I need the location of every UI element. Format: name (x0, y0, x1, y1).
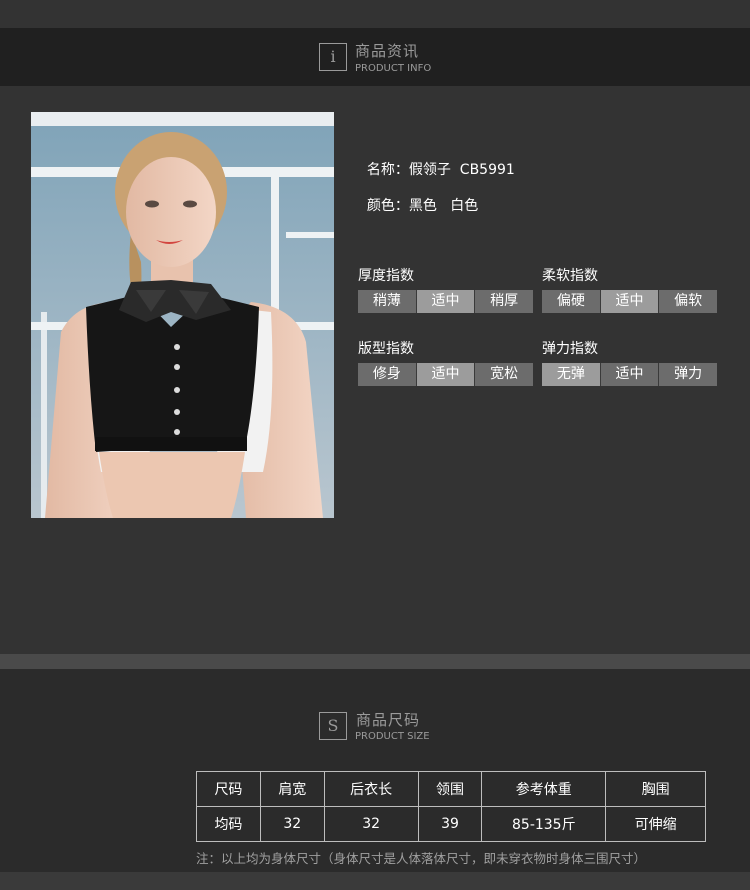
index-fit: 版型指数 修身 适中 宽松 (358, 340, 534, 386)
index-softness: 柔软指数 偏硬 适中 偏软 (542, 267, 718, 313)
name-value: 假领子 CB5991 (408, 162, 515, 178)
product-photo (31, 112, 334, 518)
size-note: 注：以上均为身体尺寸（身体尺寸是人体落体尺寸，即未穿衣物时身体三围尺寸） (196, 851, 647, 866)
index-option: 弹力 (658, 363, 718, 386)
table-cell: 32 (259, 806, 325, 842)
table-header-cell: 后衣长 (323, 771, 419, 807)
index-option-selected: 无弹 (542, 363, 600, 386)
index-title: 弹力指数 (542, 341, 598, 357)
bottom-strip (0, 872, 750, 890)
section-divider (0, 654, 750, 669)
section-title-cn: 商品资讯 (355, 42, 420, 60)
index-option: 偏软 (658, 290, 718, 313)
table-header-cell: 参考体重 (481, 771, 607, 807)
index-option: 稍薄 (358, 290, 416, 313)
product-info-header: i 商品资讯 PRODUCT INFO (0, 28, 750, 86)
color-label: 颜色： (366, 198, 409, 214)
table-cell: 32 (323, 806, 419, 842)
table-cell: 可伸缩 (605, 806, 706, 842)
table-cell: 均码 (196, 806, 261, 842)
index-option: 稍厚 (474, 290, 534, 313)
product-size-section: S 商品尺码 PRODUCT SIZE 尺码 肩宽 后衣长 领围 参考体重 胸围… (0, 669, 750, 890)
index-elasticity: 弹力指数 无弹 适中 弹力 (542, 340, 718, 386)
index-option-selected: 适中 (415, 363, 475, 386)
top-strip (0, 0, 750, 28)
table-header-cell: 胸围 (605, 771, 706, 807)
index-thickness: 厚度指数 稍薄 适中 稍厚 (358, 267, 534, 313)
index-option-selected: 适中 (599, 290, 659, 313)
size-icon: S (319, 712, 347, 740)
table-header-row: 尺码 肩宽 后衣长 领围 参考体重 胸围 (196, 771, 706, 807)
index-title: 柔软指数 (542, 268, 598, 284)
info-icon: i (319, 43, 347, 71)
index-option: 宽松 (474, 363, 534, 386)
table-cell: 85-135斤 (481, 806, 607, 842)
table-header-cell: 肩宽 (259, 771, 325, 807)
index-title: 厚度指数 (358, 268, 414, 284)
section-title-cn: 商品尺码 (356, 711, 421, 729)
section-title-en: PRODUCT INFO (355, 63, 432, 74)
table-header-cell: 尺码 (196, 771, 261, 807)
table-header-cell: 领围 (417, 771, 483, 807)
size-table: 尺码 肩宽 后衣长 领围 参考体重 胸围 均码 32 32 39 85-135斤… (196, 771, 706, 842)
index-option: 适中 (599, 363, 659, 386)
table-cell: 39 (417, 806, 483, 842)
index-option-selected: 适中 (415, 290, 475, 313)
index-option: 修身 (358, 363, 416, 386)
table-row: 均码 32 32 39 85-135斤 可伸缩 (196, 806, 706, 842)
name-label: 名称： (366, 162, 409, 178)
section-title-en: PRODUCT SIZE (355, 731, 430, 742)
index-title: 版型指数 (358, 341, 414, 357)
index-option: 偏硬 (542, 290, 600, 313)
color-value: 黑色 白色 (408, 198, 479, 214)
